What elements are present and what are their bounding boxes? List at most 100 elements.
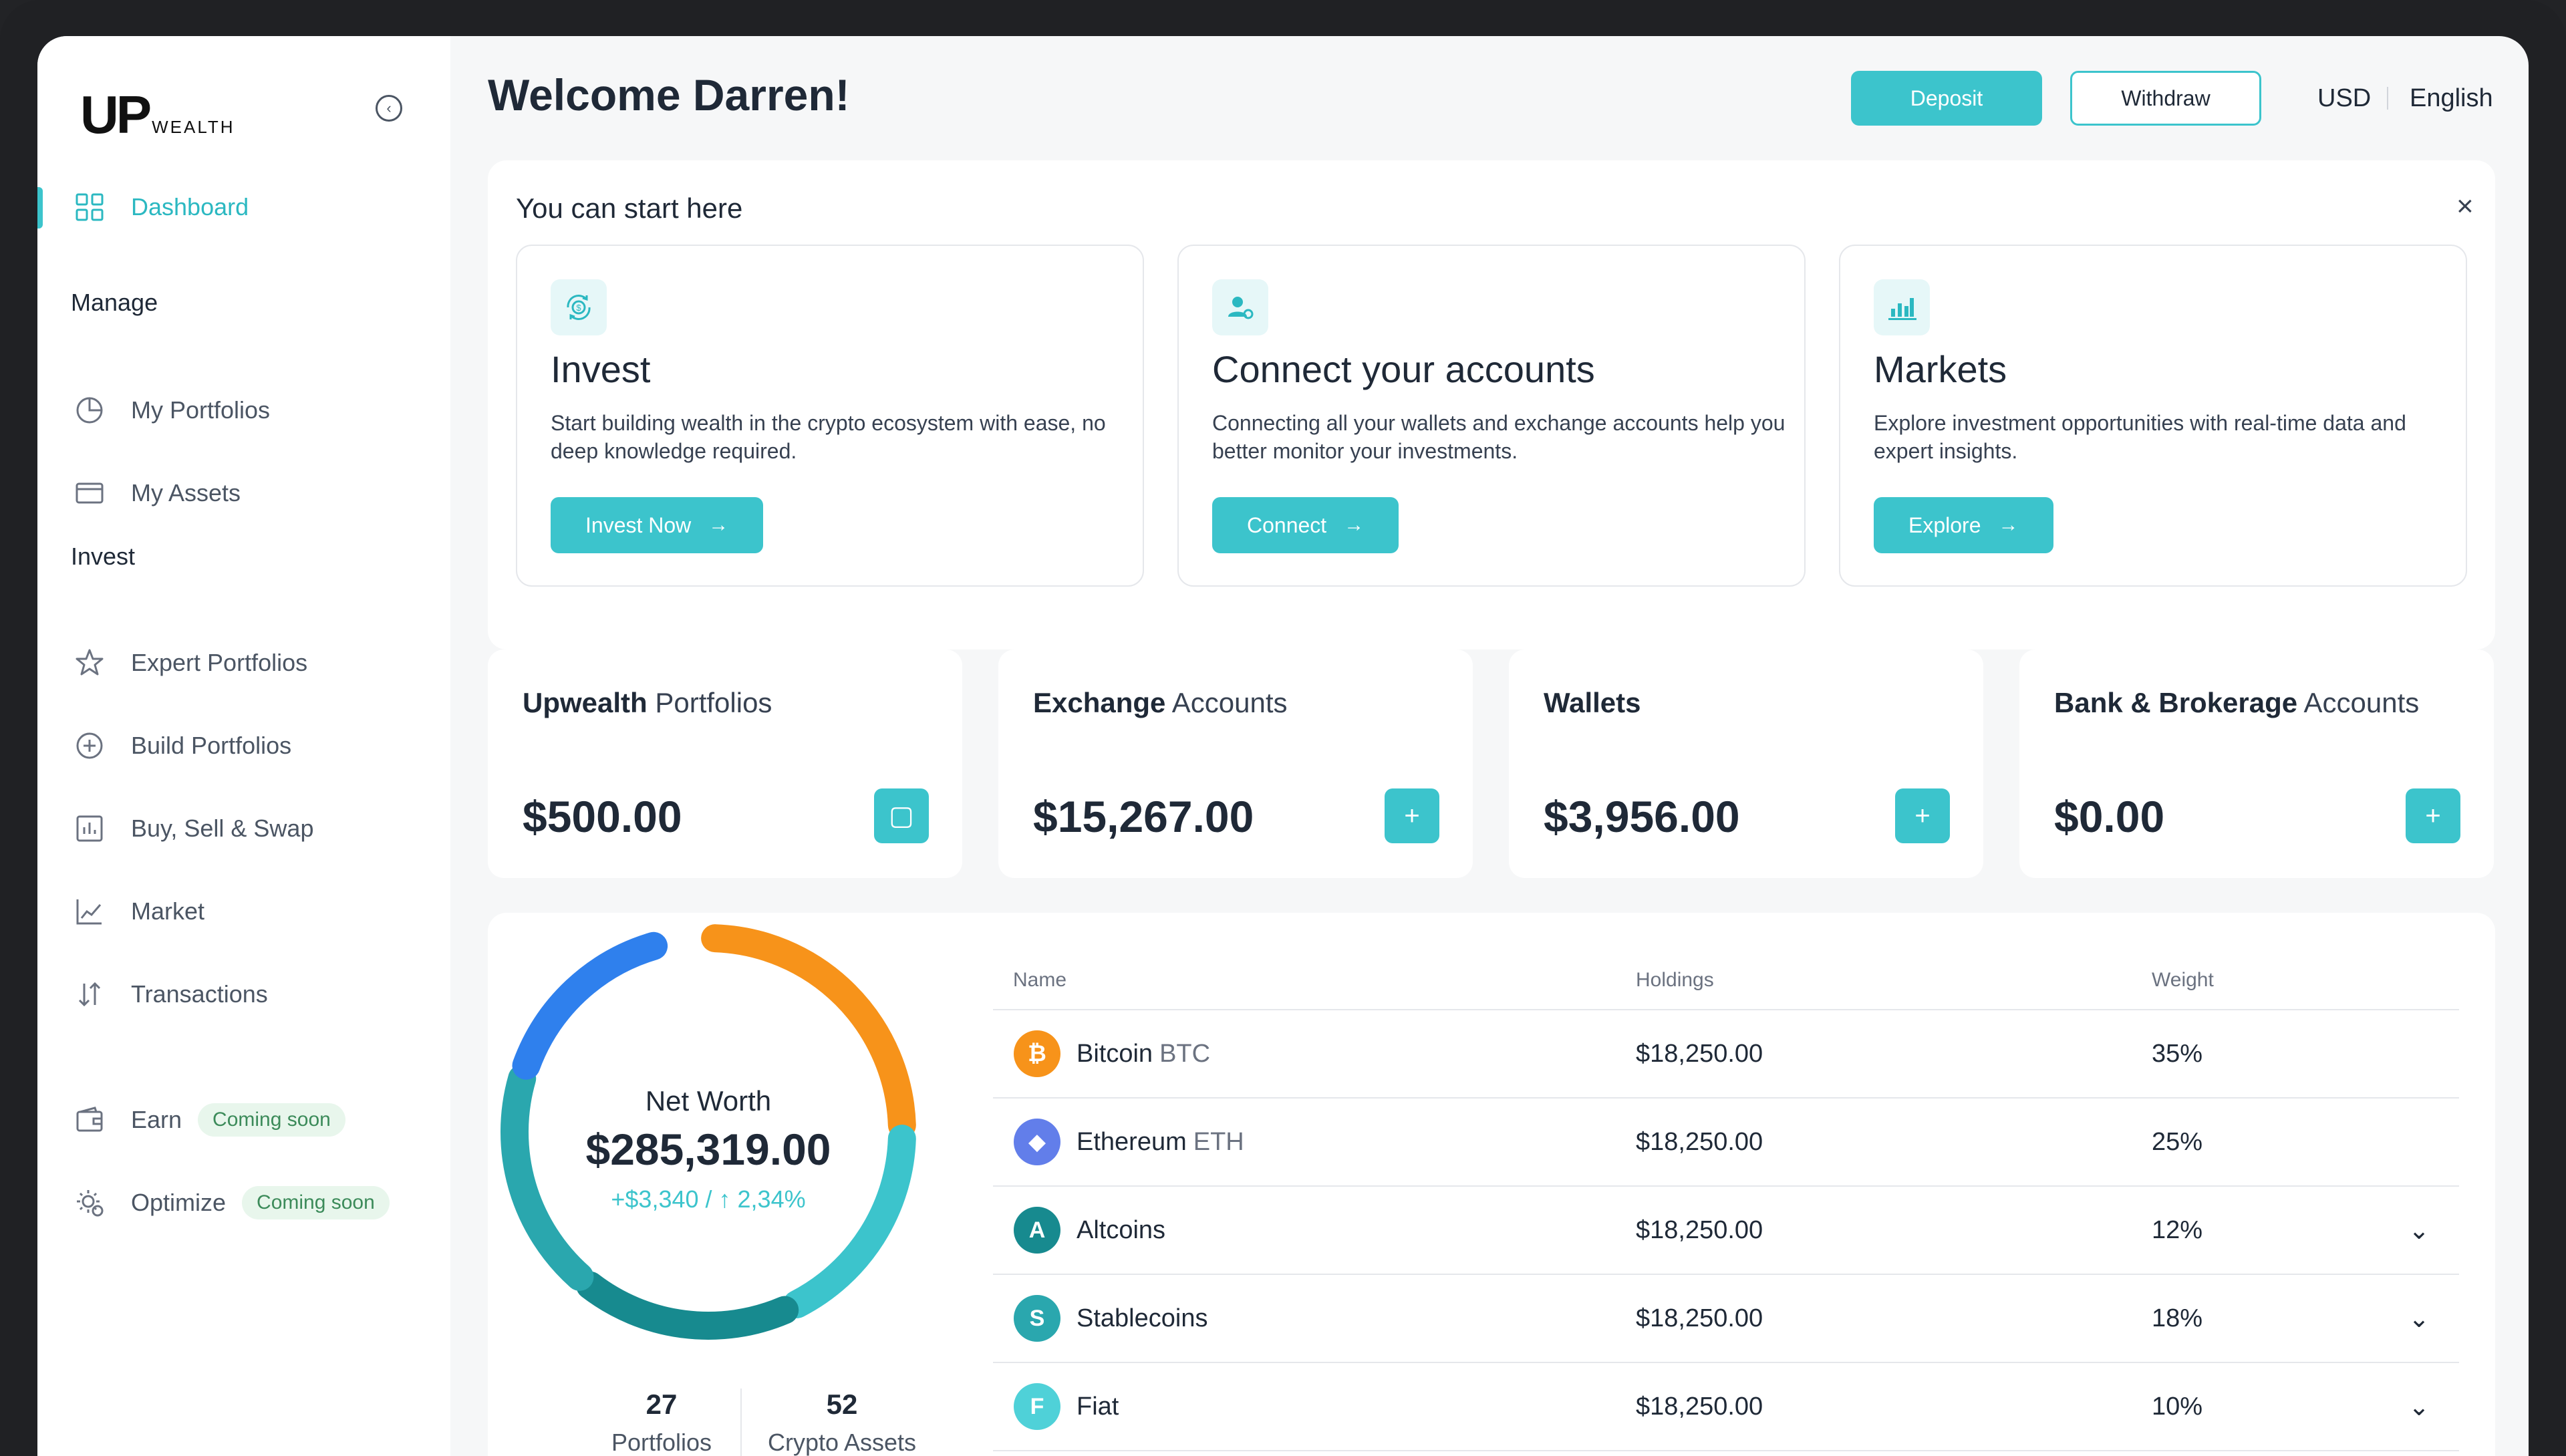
asset-name: ◆ Ethereum ETH	[994, 1119, 1634, 1165]
arrow-right-icon: →	[708, 514, 729, 536]
donut-segment[interactable]	[501, 1064, 594, 1291]
title-rest: Accounts	[2297, 687, 2420, 718]
table-row[interactable]: A Altcoins $18,250.00 12% ⌄	[993, 1186, 2459, 1275]
coming-soon-badge: Coming soon	[242, 1186, 390, 1219]
sidebar-item-dashboard[interactable]: Dashboard	[71, 187, 249, 227]
holdings-cell: $18,250.00	[1635, 1274, 2151, 1363]
asset-label: Altcoins	[1077, 1215, 1166, 1244]
add-icon[interactable]: +	[1385, 788, 1439, 843]
card-description: Explore investment opportunities with re…	[1874, 411, 2406, 463]
holdings-cell: $18,250.00	[1635, 1186, 2151, 1275]
add-icon[interactable]: +	[1895, 788, 1950, 843]
chevron-down-icon[interactable]: ⌄	[2378, 1186, 2459, 1275]
plus-circle-icon	[71, 727, 108, 764]
title-bold: Exchange	[1033, 687, 1166, 718]
card-description: Start building wealth in the crypto ecos…	[551, 411, 1106, 463]
title-rest: Accounts	[1165, 687, 1288, 718]
sidebar-item-label: Earn	[131, 1106, 182, 1133]
table-row[interactable]: S Stablecoins $18,250.00 18% ⌄	[993, 1274, 2459, 1363]
asset-label: Fiat	[1077, 1392, 1119, 1421]
upwealth-portfolios-card[interactable]: Upwealth Portfolios $500.00 ▢	[488, 649, 962, 878]
sidebar-item-expert-portfolios[interactable]: Expert Portfolios	[71, 643, 307, 683]
square-icon[interactable]: ▢	[874, 788, 929, 843]
deposit-button[interactable]: Deposit	[1851, 71, 2042, 126]
sidebar-item-earn[interactable]: Earn Coming soon	[71, 1100, 345, 1140]
asset-name: ₿ Bitcoin BTC	[994, 1030, 1634, 1077]
sidebar-item-market[interactable]: Market	[71, 891, 204, 931]
title-bold: Bank & Brokerage	[2054, 687, 2298, 718]
line-chart-icon	[71, 893, 108, 930]
collapse-sidebar-icon[interactable]: ‹	[376, 95, 402, 122]
holdings-cell: $18,250.00	[1635, 1362, 2151, 1451]
wallet-icon	[71, 1101, 108, 1139]
wallets-card[interactable]: Wallets $3,956.00 +	[1509, 649, 1983, 878]
table-row[interactable]: ◆ Ethereum ETH $18,250.00 25%	[993, 1098, 2459, 1187]
card-title: Invest	[551, 348, 651, 390]
invest-now-button[interactable]: Invest Now →	[551, 497, 764, 553]
language-selector[interactable]: English	[2410, 84, 2493, 113]
card-icon	[71, 474, 108, 512]
card-title: Connect your accounts	[1212, 348, 1595, 390]
currency-selector[interactable]: USD	[2317, 84, 2371, 113]
add-icon[interactable]: +	[2406, 788, 2460, 843]
sidebar-item-my-portfolios[interactable]: My Portfolios	[71, 390, 270, 430]
column-header-holdings[interactable]: Holdings	[1635, 952, 2151, 1010]
star-icon	[71, 644, 108, 682]
withdraw-button[interactable]: Withdraw	[2070, 71, 2261, 126]
holdings-cell: $18,250.00	[1635, 1098, 2151, 1187]
connect-button[interactable]: Connect →	[1212, 497, 1399, 553]
table-row[interactable]: ₿ Bitcoin BTC $18,250.00 35%	[993, 1010, 2459, 1099]
asset-name: F Fiat	[994, 1383, 1634, 1430]
crypto-assets-count: 52	[826, 1389, 858, 1420]
sidebar-item-optimize[interactable]: Optimize Coming soon	[71, 1183, 390, 1223]
coin-icon: ₿	[1014, 1030, 1060, 1077]
chevron-down-icon[interactable]: ⌄	[2378, 1362, 2459, 1451]
card-description: Connecting all your wallets and exchange…	[1212, 411, 1786, 463]
networth-panel: Net Worth $285,319.00 +$3,340 / ↑ 2,34% …	[488, 913, 2495, 1456]
connect-accounts-card: Connect your accounts Connecting all you…	[1177, 245, 1806, 587]
exchange-accounts-card[interactable]: Exchange Accounts $15,267.00 +	[998, 649, 1473, 878]
sidebar-item-my-assets[interactable]: My Assets	[71, 473, 241, 513]
arrow-right-icon: →	[1998, 514, 2019, 536]
column-header-weight[interactable]: Weight	[2151, 952, 2378, 1010]
assets-table: Name Holdings Weight ₿ Bitcoin BTC $18,250.…	[993, 952, 2459, 1451]
donut-segment[interactable]	[576, 1271, 799, 1340]
asset-name-cell: ₿ Bitcoin BTC	[993, 1010, 1635, 1099]
chevron-down-icon[interactable]: ⌄	[2378, 1274, 2459, 1363]
column-header-expand	[2378, 952, 2459, 1010]
sidebar-item-label: Optimize	[131, 1189, 227, 1216]
sidebar-item-transactions[interactable]: Transactions	[71, 974, 268, 1014]
title-bold: Wallets	[1544, 687, 1641, 718]
markets-card: Markets Explore investment opportunities…	[1839, 245, 2467, 587]
sidebar-item-buy-sell-swap[interactable]: Buy, Sell & Swap	[71, 809, 313, 849]
weight-cell: 35%	[2151, 1010, 2378, 1099]
weight-cell: 12%	[2151, 1186, 2378, 1275]
bank-brokerage-card[interactable]: Bank & Brokerage Accounts $0.00 +	[2019, 649, 2494, 878]
explore-button[interactable]: Explore →	[1874, 497, 2053, 553]
card-value: $0.00	[2054, 792, 2165, 841]
logo[interactable]: UP WEALTH	[80, 84, 235, 146]
close-icon[interactable]: ×	[2456, 190, 2474, 223]
column-header-name[interactable]: Name	[993, 952, 1635, 1010]
chevron-down-icon[interactable]	[2378, 1098, 2459, 1187]
networth-change: +$3,340 / ↑ 2,34%	[611, 1185, 806, 1213]
invest-card: $ Invest Start building wealth in the cr…	[516, 245, 1144, 587]
sidebar-item-label: My Assets	[131, 479, 241, 506]
crypto-assets-label: Crypto Assets	[767, 1429, 917, 1456]
pie-chart-icon	[71, 392, 108, 429]
button-label: Connect	[1247, 513, 1327, 537]
chevron-down-icon[interactable]	[2378, 1010, 2459, 1099]
logo-main: UP	[80, 85, 152, 144]
card-value: $15,267.00	[1033, 792, 1254, 841]
coin-icon: S	[1014, 1295, 1060, 1342]
page-title: Welcome Darren!	[488, 70, 850, 120]
donut-segment[interactable]	[512, 931, 668, 1080]
networth-value: $285,319.00	[585, 1125, 831, 1174]
sidebar-item-label: Dashboard	[131, 193, 249, 221]
table-row[interactable]: F Fiat $18,250.00 10% ⌄	[993, 1362, 2459, 1451]
bar-chart-icon	[71, 810, 108, 847]
asset-label: Bitcoin	[1077, 1039, 1153, 1068]
asset-ticker: ETH	[1193, 1127, 1244, 1156]
asset-name: A Altcoins	[994, 1207, 1634, 1254]
sidebar-item-build-portfolios[interactable]: Build Portfolios	[71, 726, 291, 766]
